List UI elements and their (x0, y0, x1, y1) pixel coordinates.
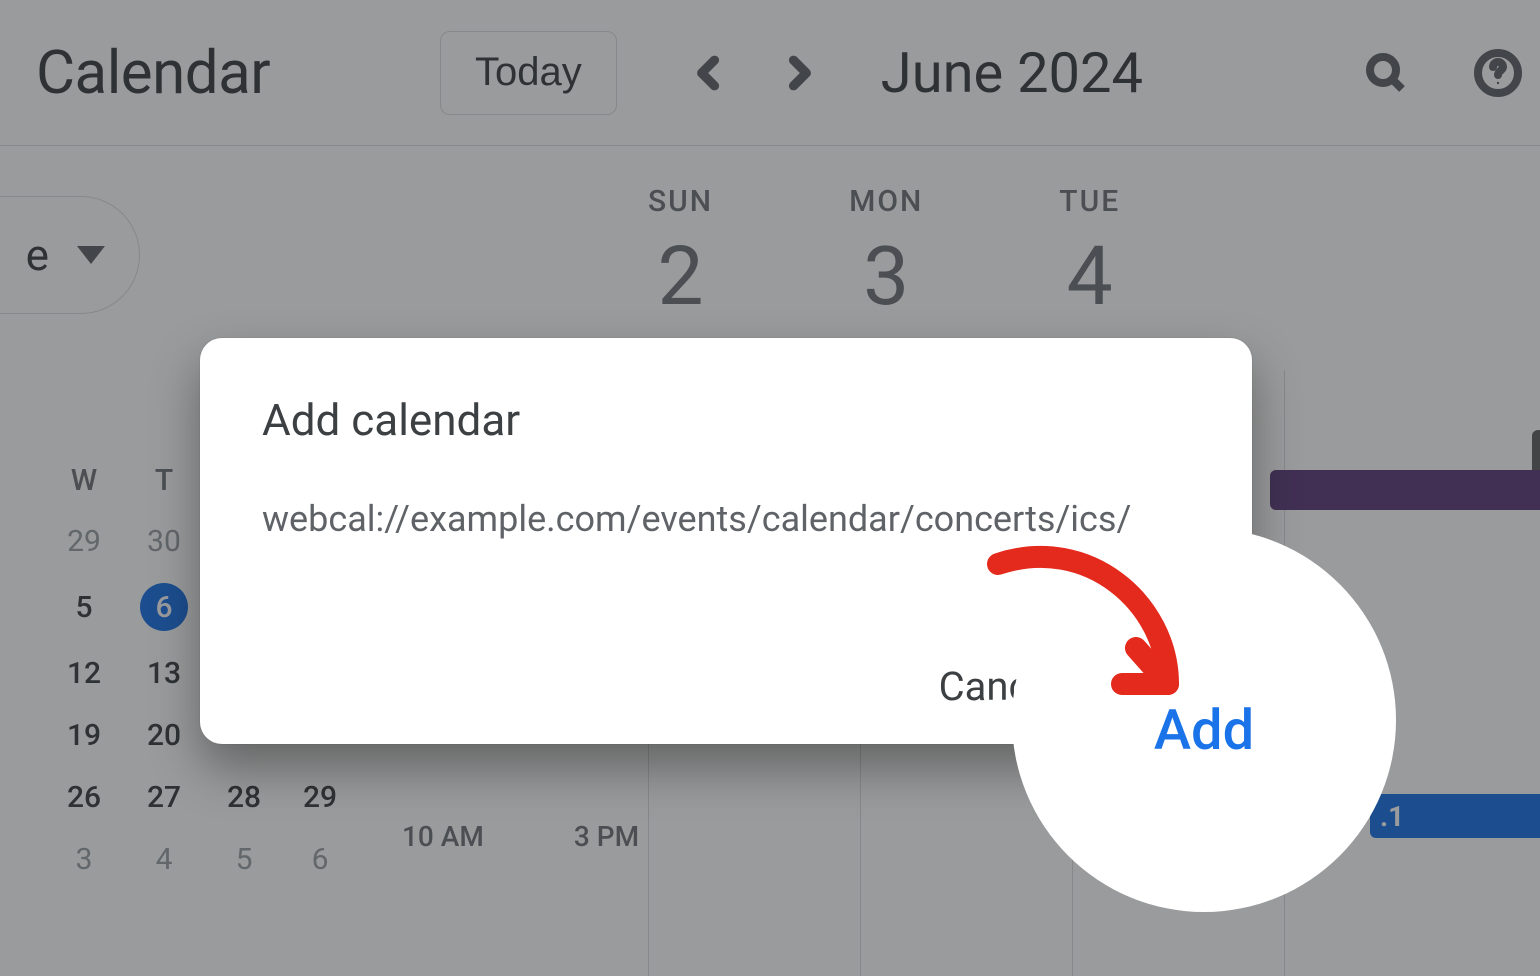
mini-dow: W (64, 462, 104, 499)
current-month: June 2024 (881, 40, 1143, 106)
today-button[interactable]: Today (440, 31, 617, 115)
mini-day[interactable]: 5 (64, 583, 104, 631)
mini-day[interactable]: 4 (140, 839, 188, 879)
dialog-title: Add calendar (262, 394, 1190, 446)
time-labels: 10 AM 3 PM (402, 820, 639, 853)
mini-day[interactable]: 6 (300, 839, 340, 879)
mini-day[interactable]: 29 (64, 521, 104, 561)
time-label: 10 AM (402, 820, 484, 853)
mini-day[interactable]: 5 (224, 839, 264, 879)
mini-day[interactable]: 13 (140, 653, 188, 693)
annotation-spotlight: Add (1024, 540, 1384, 900)
time-label: 3 PM (574, 820, 639, 853)
search-icon[interactable] (1362, 49, 1410, 97)
mini-dow: T (140, 462, 188, 499)
day-column: MON 3 (849, 184, 923, 325)
day-number[interactable]: 4 (1067, 229, 1113, 325)
mini-day[interactable]: 29 (300, 777, 340, 817)
dow-label: SUN (648, 184, 713, 219)
app-header: Calendar Today June 2024 (0, 0, 1540, 146)
caret-down-icon (77, 246, 105, 264)
day-column: TUE 4 (1059, 184, 1120, 325)
day-number[interactable]: 2 (657, 229, 703, 325)
mini-day[interactable]: 27 (140, 777, 188, 817)
dow-label: TUE (1059, 184, 1120, 219)
chevron-right-icon[interactable] (777, 51, 821, 95)
calendar-url-input[interactable]: webcal://example.com/events/calendar/con… (262, 498, 1190, 540)
event-bar[interactable] (1270, 470, 1540, 510)
spotlight-add-label: Add (1154, 697, 1254, 763)
event-chip[interactable]: r (1532, 430, 1540, 475)
create-label-fragment: e (26, 229, 49, 281)
date-nav (687, 51, 821, 95)
mini-day[interactable]: 19 (64, 715, 104, 755)
event-blue[interactable]: .1 (1370, 794, 1540, 838)
mini-day[interactable]: 3 (64, 839, 104, 879)
mini-day[interactable]: 12 (64, 653, 104, 693)
mini-day[interactable]: 20 (140, 715, 188, 755)
day-column: SUN 2 (648, 184, 713, 325)
day-number[interactable]: 3 (863, 229, 909, 325)
app-title: Calendar (36, 37, 270, 108)
help-icon[interactable] (1474, 49, 1522, 97)
mini-day[interactable]: 30 (140, 521, 188, 561)
mini-day-today[interactable]: 6 (140, 583, 188, 631)
chevron-left-icon[interactable] (687, 51, 731, 95)
create-dropdown[interactable]: e (0, 196, 140, 314)
dow-label: MON (849, 184, 923, 219)
mini-day[interactable]: 28 (224, 777, 264, 817)
header-actions (1362, 49, 1522, 97)
mini-day[interactable]: 26 (64, 777, 104, 817)
day-header-row: SUN 2 MON 3 TUE 4 (648, 184, 1120, 325)
